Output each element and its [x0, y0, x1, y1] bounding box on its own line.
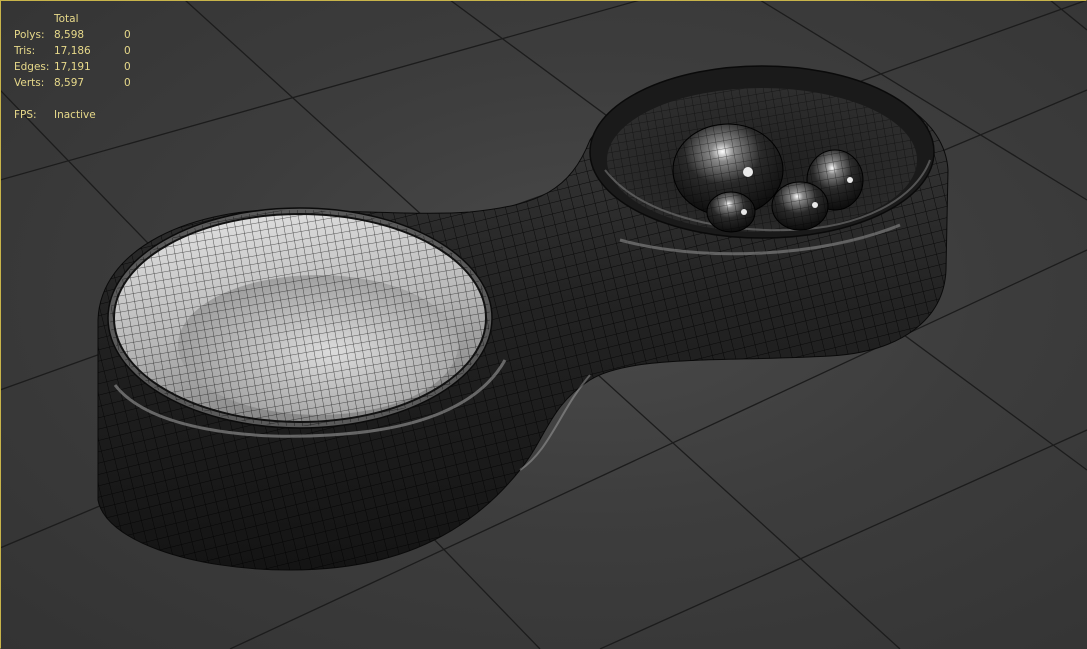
fps-value: Inactive [54, 109, 96, 121]
bowl-model [97, 65, 949, 571]
viewport-scene[interactable] [0, 0, 1087, 649]
stats-total-value: 8,598 [54, 29, 85, 41]
stats-label: Verts: [14, 77, 45, 89]
stats-label: Tris: [14, 45, 36, 57]
stats-total-value: 8,597 [54, 77, 85, 89]
stats-label: Edges: [14, 61, 50, 73]
stats-selected-value: 0 [124, 45, 131, 57]
stats-total-value: 17,186 [54, 45, 91, 57]
stats-selected-value: 0 [124, 29, 131, 41]
fps-label: FPS: [14, 109, 37, 121]
stats-selected-value: 0 [124, 77, 131, 89]
stats-total-value: 17,191 [54, 61, 91, 73]
stats-selected-value: 0 [124, 61, 131, 73]
stats-total-header: Total [54, 13, 79, 25]
perspective-viewport[interactable]: Total Polys: 8,598 0 Tris: 17,186 0 Edge… [0, 0, 1087, 649]
stats-label: Polys: [14, 29, 45, 41]
